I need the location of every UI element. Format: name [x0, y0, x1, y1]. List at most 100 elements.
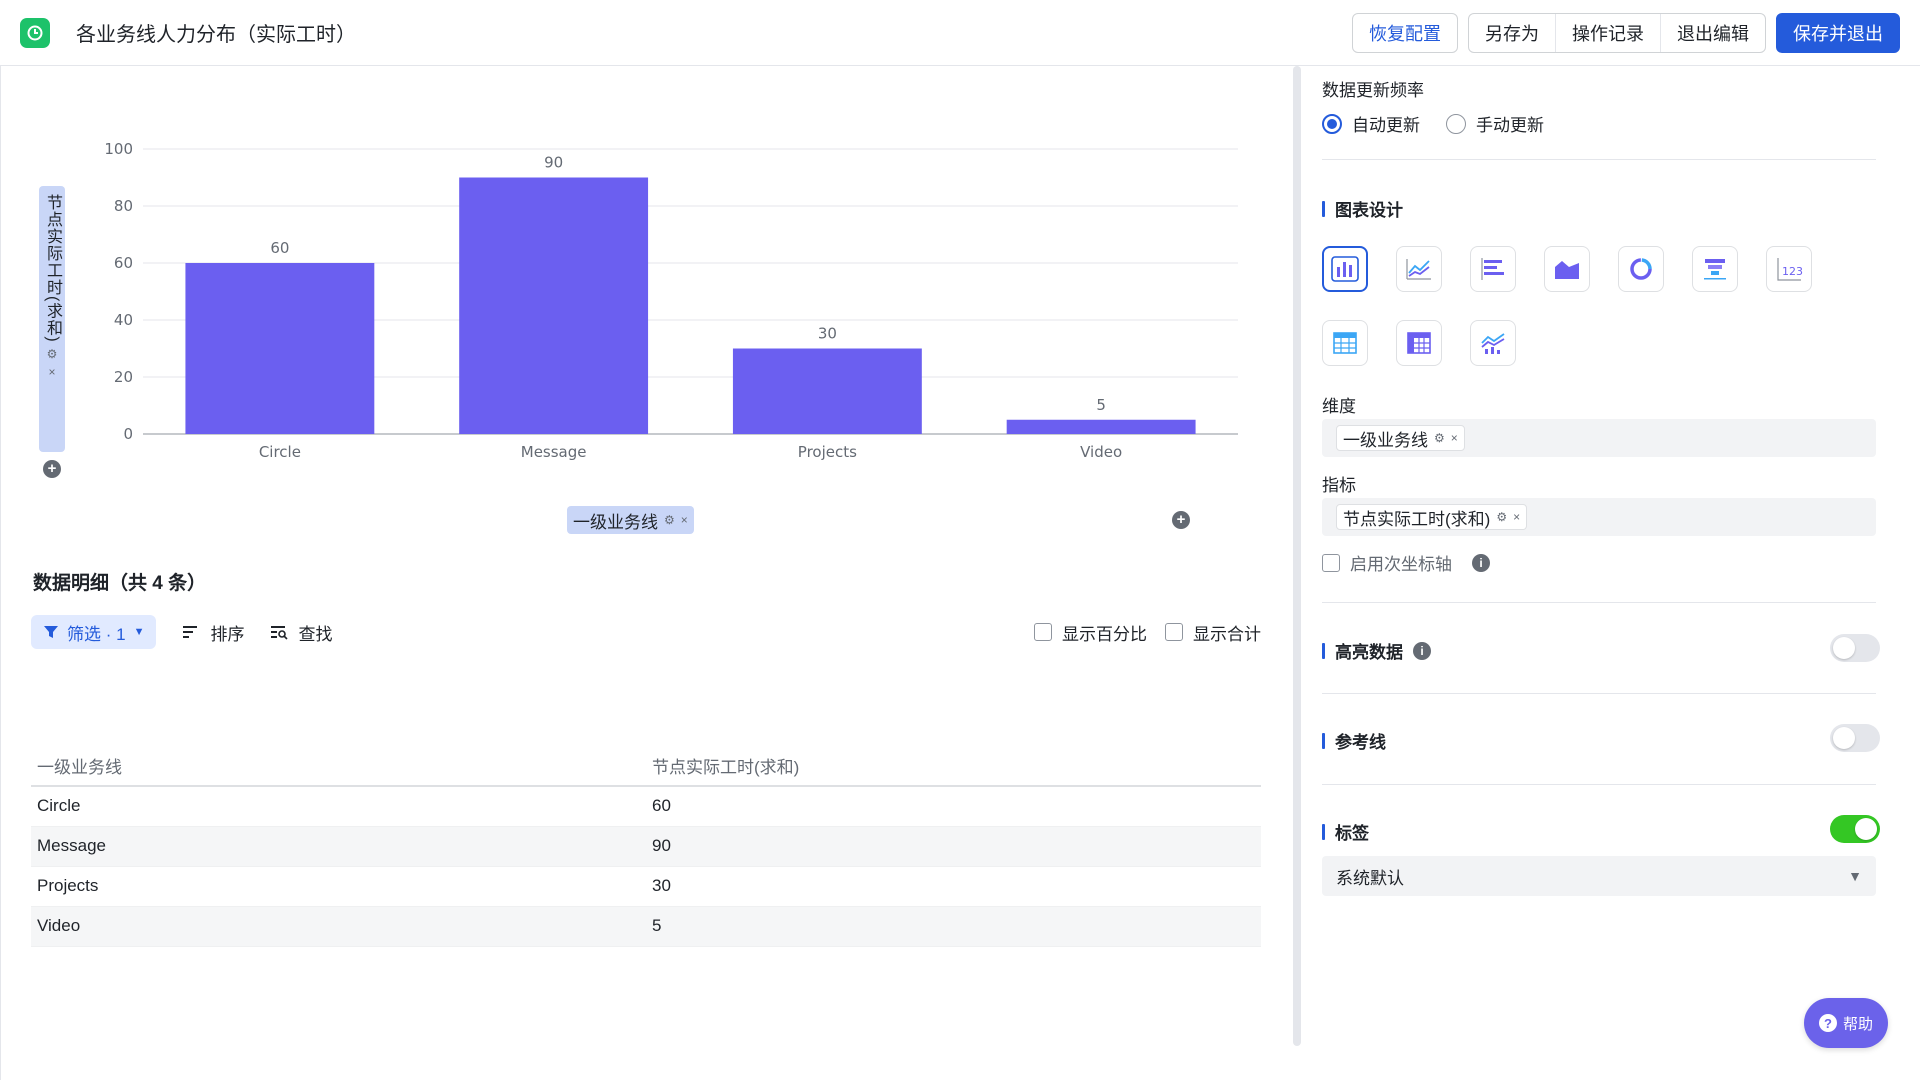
data-table: 一级业务线 节点实际工时(求和) Circle 60 Message 90 Pr…	[31, 746, 1261, 947]
table-cell: Video	[31, 906, 646, 947]
gear-icon[interactable]: ⚙	[664, 513, 675, 527]
y-axis-field-pill[interactable]: 节点实际工时(求和) ⚙ ×	[39, 186, 65, 452]
x-axis-field-pill[interactable]: 一级业务线 ⚙ ×	[567, 506, 694, 534]
bar	[459, 177, 649, 434]
chart-type-pivot-table[interactable]	[1396, 320, 1442, 366]
table-cell: Message	[31, 826, 646, 867]
y-tick-label: 20	[114, 368, 133, 386]
find-label: 查找	[298, 624, 333, 644]
chart-type-column[interactable]	[1322, 246, 1368, 292]
operation-history-button[interactable]: 操作记录	[1556, 13, 1661, 52]
dimension-field-box[interactable]: 一级业务线 ⚙ ×	[1322, 419, 1876, 457]
svg-text:123: 123	[1782, 265, 1803, 278]
filter-button[interactable]: 筛选 · 1 ▼	[31, 615, 157, 649]
show-total-checkbox[interactable]: 显示合计	[1165, 620, 1261, 645]
chart-type-area[interactable]	[1544, 246, 1590, 292]
chart-type-indicator[interactable]: 123	[1766, 246, 1812, 292]
table-toolbar: 筛选 · 1 ▼ 排序 查找 显示百分比 显示合计	[31, 614, 1261, 650]
data-label: 5	[1096, 396, 1106, 414]
close-icon[interactable]: ×	[1451, 431, 1458, 445]
chart-design-header: 图表设计	[1322, 196, 1403, 221]
table-header-row: 一级业务线 节点实际工时(求和)	[31, 746, 1261, 787]
donut-chart-icon	[1630, 258, 1652, 280]
table-row: Circle 60	[31, 786, 1261, 827]
show-percent-checkbox[interactable]: 显示百分比	[1034, 620, 1147, 645]
info-icon[interactable]: i	[1472, 553, 1490, 572]
tag-style-select[interactable]: 系统默认 ▼	[1322, 856, 1876, 896]
area-chart-icon	[1555, 261, 1579, 279]
number-card-icon: 123	[1777, 258, 1803, 281]
x-tick-label: Circle	[259, 443, 301, 461]
dimension-tag-label: 一级业务线	[1343, 430, 1428, 450]
secondary-axis-label: 启用次坐标轴	[1350, 555, 1452, 574]
tag-toggle[interactable]	[1830, 815, 1880, 843]
checkbox-icon	[1322, 553, 1340, 572]
manual-update-radio[interactable]: 手动更新	[1446, 111, 1544, 136]
app-logo	[20, 17, 50, 48]
table-cell: 5	[646, 906, 1261, 947]
highlight-data-toggle[interactable]	[1830, 634, 1880, 662]
close-icon[interactable]: ×	[681, 513, 688, 527]
y-tick-label: 100	[104, 140, 133, 158]
chart-type-line[interactable]	[1396, 246, 1442, 292]
table-column-header[interactable]: 节点实际工时(求和)	[646, 746, 1261, 787]
table-column-header[interactable]: 一级业务线	[31, 746, 646, 787]
close-icon[interactable]: ×	[1513, 510, 1520, 524]
y-tick-label: 80	[114, 197, 133, 215]
divider	[1322, 784, 1876, 785]
save-as-button[interactable]: 另存为	[1469, 13, 1556, 52]
x-tick-label: Message	[521, 443, 587, 461]
find-icon	[271, 626, 289, 640]
table-cell: 90	[646, 826, 1261, 867]
metric-field-box[interactable]: 节点实际工时(求和) ⚙ ×	[1322, 498, 1876, 536]
divider	[1322, 602, 1876, 603]
update-frequency-label: 数据更新频率	[1322, 81, 1424, 100]
show-percent-label: 显示百分比	[1062, 624, 1147, 644]
reference-line-toggle[interactable]	[1830, 724, 1880, 752]
help-label: 帮助	[1842, 1015, 1873, 1033]
gear-icon[interactable]: ⚙	[47, 347, 58, 361]
dimension-tag[interactable]: 一级业务线 ⚙ ×	[1336, 425, 1465, 451]
table-cell: Circle	[31, 786, 646, 827]
left-panel: 0 20 40 60 80 100 60 Circle 90 Message 30 Projects 5…	[0, 66, 1290, 1080]
tag-style-value: 系统默认	[1336, 868, 1404, 888]
line-chart-icon	[1406, 259, 1431, 280]
auto-update-radio[interactable]: 自动更新	[1322, 111, 1420, 136]
add-x-field-icon[interactable]: +	[1172, 511, 1190, 529]
exit-edit-button[interactable]: 退出编辑	[1661, 14, 1765, 52]
show-total-label: 显示合计	[1193, 624, 1261, 644]
auto-update-label: 自动更新	[1352, 116, 1420, 135]
save-and-exit-button[interactable]: 保存并退出	[1776, 12, 1900, 53]
column-chart-icon	[1331, 256, 1359, 282]
filter-icon	[44, 626, 58, 638]
chart-type-combo[interactable]	[1470, 320, 1516, 366]
sort-button[interactable]: 排序	[182, 620, 244, 645]
radio-unchecked-icon	[1446, 113, 1466, 134]
filter-label: 筛选 · 1	[67, 624, 126, 644]
add-y-field-icon[interactable]: +	[43, 460, 61, 478]
top-bar: 各业务线人力分布（实际工时） 恢复配置 另存为 操作记录 退出编辑 保存并退出	[0, 0, 1920, 66]
info-icon[interactable]: i	[1413, 641, 1431, 660]
panel-splitter[interactable]	[1293, 66, 1301, 1046]
settings-panel: 数据更新频率 自动更新 手动更新 图表设计 123 维度 一级业务线 ⚙ × 指…	[1320, 66, 1880, 1080]
gear-icon[interactable]: ⚙	[1434, 431, 1445, 445]
y-tick-label: 60	[114, 254, 133, 272]
x-tick-label: Video	[1080, 443, 1122, 461]
page-title: 各业务线人力分布（实际工时）	[76, 24, 356, 46]
close-icon[interactable]: ×	[48, 365, 55, 379]
chart-type-donut[interactable]	[1618, 246, 1664, 292]
help-button[interactable]: ? 帮助	[1804, 998, 1888, 1048]
chevron-down-icon: ▼	[1848, 868, 1862, 884]
find-button[interactable]: 查找	[270, 620, 332, 645]
secondary-axis-checkbox[interactable]: 启用次坐标轴 i	[1322, 550, 1490, 575]
data-label: 90	[544, 154, 563, 172]
chart-type-funnel[interactable]	[1692, 246, 1738, 292]
table-cell: 60	[646, 786, 1261, 827]
chart-type-table[interactable]	[1322, 320, 1368, 366]
chart-type-bar[interactable]	[1470, 246, 1516, 292]
metric-tag[interactable]: 节点实际工时(求和) ⚙ ×	[1336, 504, 1528, 530]
checkbox-icon	[1034, 623, 1052, 641]
chart-type-picker: 123	[1322, 246, 1862, 366]
restore-config-button[interactable]: 恢复配置	[1352, 12, 1458, 53]
gear-icon[interactable]: ⚙	[1496, 510, 1507, 524]
